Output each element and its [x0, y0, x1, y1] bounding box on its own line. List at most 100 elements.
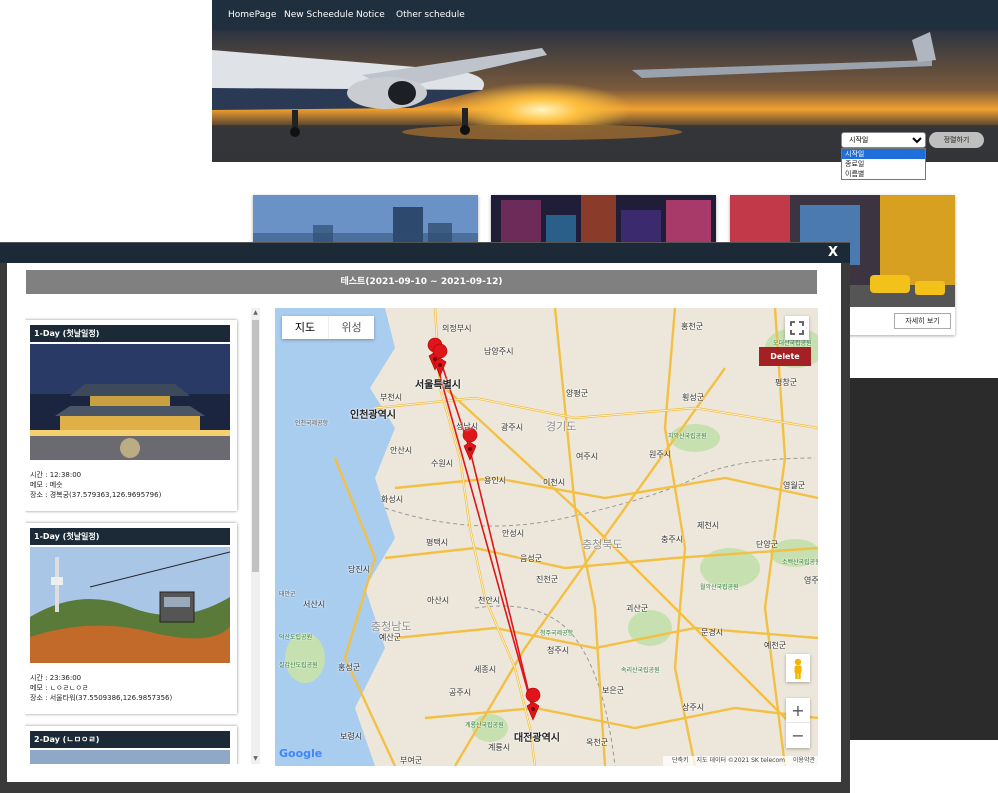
fullscreen-button[interactable] — [785, 316, 809, 340]
sort-dropdown-list: 시작일 종료일 이름별 — [841, 148, 926, 180]
map-label: 예산군 — [379, 633, 402, 642]
map-data-attribution: 지도 데이터 ©2021 SK telecom — [696, 757, 785, 764]
day-card-header: 1-Day (첫날일정) — [30, 325, 230, 342]
modal-title-bar: 테스트(2021-09-10 ~ 2021-09-12) — [26, 270, 817, 294]
map-label: 대전광역시 — [514, 733, 560, 744]
sort-option-start-date[interactable]: 시작일 — [842, 149, 925, 159]
map-label: 평택시 — [426, 538, 449, 547]
map-type-satellite-button[interactable]: 위성 — [328, 316, 374, 339]
detail-button[interactable]: 자세히 보기 — [894, 313, 951, 329]
scroll-thumb[interactable] — [252, 320, 259, 572]
route-map[interactable]: 의정부시 남양주시 홍천군 서울특별시 부천시 인천광역시 양평군 횡성군 평창… — [275, 308, 818, 766]
map-label: 수원시 — [431, 459, 454, 468]
map-label: 충주시 — [661, 535, 684, 544]
day-card-place: 장소 : 경복궁(37.579363,126.9695796) — [30, 491, 162, 499]
zoom-in-button[interactable]: + — [786, 698, 810, 723]
terms-link[interactable]: 이용약관 — [793, 757, 815, 764]
map-label: 당진시 — [348, 565, 371, 574]
day-card: 1-Day (첫날일정) 시간 : 23:36:00 메모 : ㄴㅇㄹㄴㅇㄹ 장… — [25, 523, 237, 714]
map-label: 예천군 — [764, 641, 787, 650]
day-card: 2-Day (ㄴㅁㅇㄹ) — [25, 726, 237, 764]
street-view-button[interactable] — [786, 654, 810, 682]
map-label: 소백산국립공원 — [782, 559, 818, 566]
day-card: 1-Day (첫날일정) 시간 : 12:38:00 메모: 메슷 장소: … — [25, 320, 237, 511]
map-label: 칠갑산도립공원 — [279, 662, 318, 669]
map-label: 경기도 — [546, 420, 577, 433]
map-label: 세종시 — [474, 665, 497, 674]
map-label: 인천국제공항 — [295, 420, 329, 427]
map-label: 음성군 — [520, 554, 543, 563]
nav-homepage[interactable]: HomePage — [228, 10, 276, 20]
map-label: 계룡산국립공원 — [465, 722, 504, 729]
day-card-image — [30, 750, 230, 764]
map-label: 제천시 — [697, 521, 720, 530]
map-label: 영주 — [804, 576, 818, 585]
day-card-memo: 메모 : 메슷 — [30, 481, 63, 489]
modal-title: 테스트(2021-09-10 ~ 2021-09-12) — [340, 277, 503, 287]
map-label: 보은군 — [602, 686, 625, 695]
map-label: 아산시 — [427, 596, 450, 605]
map-label: 속리산국립공원 — [621, 667, 660, 674]
map-label: 문경시 — [701, 628, 724, 637]
zoom-control: + − — [786, 698, 810, 748]
map-label: 상주시 — [682, 703, 705, 712]
map-label: 화성시 — [381, 495, 404, 504]
day-card-header: 1-Day (첫날일정) — [30, 528, 230, 545]
list-scrollbar[interactable]: ▲ ▼ — [251, 308, 260, 764]
zoom-out-button[interactable]: − — [786, 723, 810, 748]
map-label: 부천시 — [380, 393, 403, 402]
map-label: 진천군 — [536, 575, 559, 584]
map-label: 양평군 — [566, 389, 589, 398]
day-card-time: 시간 : 23:36:00 — [30, 674, 82, 682]
map-label: 계룡시 — [488, 743, 511, 752]
map-label: 의정부시 — [442, 324, 472, 333]
map-footer: 단축키 지도 데이터 ©2021 SK telecom 이용약관 — [663, 756, 818, 766]
fullscreen-icon — [790, 321, 804, 335]
map-type-control: 지도 위성 — [282, 316, 374, 339]
schedule-modal: X 테스트(2021-09-10 ~ 2021-09-12) 1-Day (첫날… — [0, 242, 850, 793]
google-logo-text: Google — [279, 747, 323, 760]
map-label: 천안시 — [478, 596, 501, 605]
day-card-time: 시간 : 12:38:00 — [30, 471, 82, 479]
modal-body: 테스트(2021-09-10 ~ 2021-09-12) 1-Day (첫날일정… — [7, 263, 841, 782]
day-card-header: 2-Day (ㄴㅁㅇㄹ) — [30, 731, 230, 748]
map-label: 여주시 — [576, 452, 599, 461]
map-label: 청주국제공항 — [540, 630, 574, 637]
map-label: 괴산군 — [626, 604, 649, 613]
day-schedule-list[interactable]: 1-Day (첫날일정) 시간 : 12:38:00 메모: 메슷 장소: … — [25, 308, 252, 764]
nav-other-schedule[interactable]: Other schedule — [396, 10, 465, 20]
map-label: 횡성군 — [682, 393, 705, 402]
modal-close-button[interactable]: X — [828, 245, 838, 260]
top-navigation: HomePage New Scheedule Notice Other sche… — [212, 0, 998, 30]
nav-notice[interactable]: Notice — [356, 10, 385, 20]
sort-option-end-date[interactable]: 종료일 — [842, 159, 925, 169]
map-label: 부여군 — [400, 756, 423, 765]
map-label: 태안군 — [279, 591, 296, 598]
scroll-up-arrow-icon[interactable]: ▲ — [251, 308, 260, 318]
map-label: 이천시 — [543, 478, 566, 487]
map-label: 서울특별시 — [415, 380, 461, 391]
map-label: 영월군 — [783, 481, 806, 490]
map-label: 홍천군 — [681, 322, 704, 331]
map-label: 원주시 — [649, 450, 672, 459]
map-label: 성남시 — [456, 422, 479, 431]
map-label: 평창군 — [775, 378, 798, 387]
delete-button[interactable]: Delete — [759, 347, 811, 366]
scroll-down-arrow-icon[interactable]: ▼ — [251, 754, 260, 764]
sort-option-by-name[interactable]: 이름별 — [842, 169, 925, 179]
modal-top-bar: X — [0, 243, 850, 263]
map-label: 보령시 — [340, 732, 363, 741]
google-logo: Google — [279, 747, 322, 760]
map-label: 단양군 — [756, 540, 779, 549]
pegman-icon — [794, 658, 802, 679]
day-card-memo: 메모 : ㄴㅇㄹㄴㅇㄹ — [30, 684, 89, 692]
sort-button[interactable]: 정렬하기 — [929, 132, 984, 148]
sort-select[interactable]: 시작일 — [841, 132, 926, 148]
map-label: 옥천군 — [586, 738, 609, 747]
nav-new-schedule[interactable]: New Scheedule — [284, 10, 353, 20]
map-label: 광주시 — [501, 423, 524, 432]
map-label: 홍성군 — [338, 663, 361, 672]
map-type-map-button[interactable]: 지도 — [282, 316, 328, 339]
keyboard-shortcuts-link[interactable]: 단축키 — [672, 757, 689, 764]
map-label: 치악산국립공원 — [668, 433, 707, 440]
